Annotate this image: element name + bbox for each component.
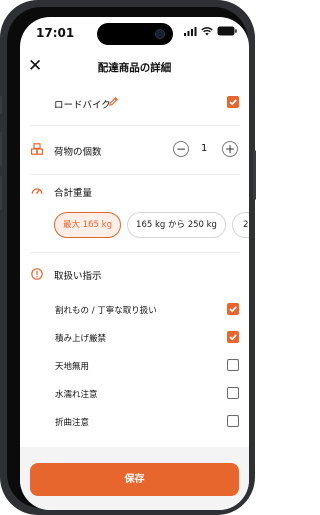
handling-option-label: 積み上げ厳禁 (55, 334, 107, 344)
action-button (0, 96, 2, 114)
quantity-increase-button[interactable]: + (222, 141, 238, 157)
quantity-decrease-button[interactable]: − (173, 141, 189, 157)
phone-frame: 17:01 ✕ 配達商品の詳細 ロードバイク 荷物の個数 − 1 + 合計重量 … (0, 0, 256, 515)
alert-icon (31, 268, 43, 280)
quantity-label: 荷物の個数 (54, 147, 102, 158)
check-icon (229, 306, 237, 313)
weight-option-chip-165-250[interactable]: 165 kg から 250 kg (127, 212, 226, 238)
item-checkbox[interactable] (227, 96, 239, 108)
signal-icon (184, 26, 197, 36)
status-time: 17:01 (36, 26, 75, 40)
status-icons (184, 26, 237, 36)
weight-label: 合計重量 (54, 188, 93, 199)
pencil-icon[interactable] (108, 96, 119, 107)
handling-option-checkbox-this-side-up[interactable] (227, 359, 239, 371)
dynamic-island (97, 23, 173, 45)
quantity-value: 1 (201, 143, 208, 154)
weight-option-chip-250[interactable]: 250 (232, 212, 249, 238)
handling-option-checkbox-keep-dry[interactable] (227, 387, 239, 399)
volume-down-button (0, 176, 2, 210)
header-bar: ✕ 配達商品の詳細 (20, 53, 249, 81)
item-name: ロードバイク (54, 100, 111, 111)
handling-option-label: 天地無用 (55, 362, 90, 372)
check-icon (229, 99, 237, 106)
battery-icon (217, 26, 237, 36)
app-screen: 17:01 ✕ 配達商品の詳細 ロードバイク 荷物の個数 − 1 + 合計重量 … (20, 17, 249, 510)
weight-option-chip-max-165[interactable]: 最大 165 kg (54, 212, 121, 238)
handling-option-label: 割れもの / 丁寧な取り扱い (55, 306, 157, 316)
boxes-icon (31, 143, 43, 155)
handling-option-label: 水濡れ注意 (55, 390, 98, 400)
item-row: ロードバイク (20, 87, 249, 119)
camera-icon (155, 29, 165, 39)
wifi-icon (201, 26, 213, 35)
handling-option-label: 折曲注意 (55, 418, 90, 428)
power-button (253, 150, 256, 200)
save-button[interactable]: 保存 (30, 463, 239, 496)
divider (30, 252, 240, 253)
divider (30, 125, 240, 126)
volume-up-button (0, 132, 2, 166)
handling-option-checkbox-fragile[interactable] (227, 303, 239, 315)
handling-option-checkbox-do-not-bend[interactable] (227, 415, 239, 427)
weight-options: 最大 165 kg 165 kg から 250 kg 250 (50, 212, 249, 240)
check-icon (229, 334, 237, 341)
gauge-icon (31, 188, 43, 194)
handling-option-checkbox-no-stacking[interactable] (227, 331, 239, 343)
divider (30, 174, 240, 175)
handling-label: 取扱い指示 (54, 271, 102, 282)
phone-bezel: 17:01 ✕ 配達商品の詳細 ロードバイク 荷物の個数 − 1 + 合計重量 … (7, 7, 249, 510)
page-title: 配達商品の詳細 (97, 62, 172, 74)
